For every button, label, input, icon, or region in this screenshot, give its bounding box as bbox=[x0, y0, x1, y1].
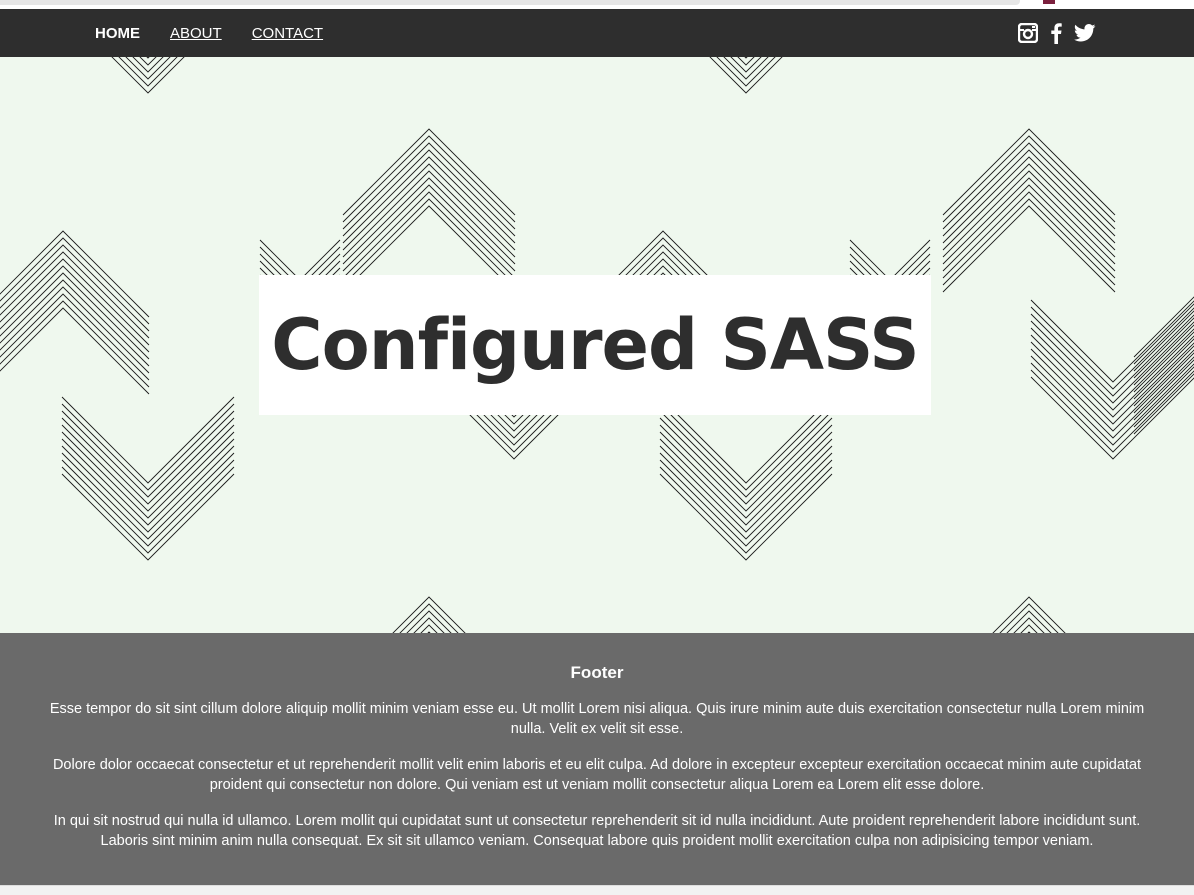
nav-link-home[interactable]: HOME bbox=[95, 25, 140, 42]
hero-section: Configured SASS bbox=[0, 57, 1194, 633]
navbar: HOME ABOUT CONTACT bbox=[0, 9, 1194, 57]
footer-paragraph: In qui sit nostrud qui nulla id ullamco.… bbox=[53, 813, 1141, 849]
nav-link-contact[interactable]: CONTACT bbox=[252, 25, 323, 42]
footer-heading: Footer bbox=[570, 663, 624, 682]
footer-paragraph: Esse tempor do sit sint cillum dolore al… bbox=[49, 701, 1145, 737]
nav-links: HOME ABOUT CONTACT bbox=[95, 9, 323, 57]
top-scroll-sliver bbox=[0, 0, 1020, 5]
social-links bbox=[1018, 9, 1096, 57]
hero-title-box: Configured SASS bbox=[259, 275, 931, 415]
hero-title: Configured SASS bbox=[271, 304, 919, 386]
twitter-icon[interactable] bbox=[1074, 24, 1096, 42]
footer: Footer Esse tempor do sit sint cillum do… bbox=[0, 633, 1194, 885]
footer-paragraph: Dolore dolor occaecat consectetur et ut … bbox=[52, 757, 1142, 793]
instagram-icon[interactable] bbox=[1018, 23, 1038, 43]
top-edge-mark bbox=[1043, 0, 1055, 4]
facebook-icon[interactable] bbox=[1050, 22, 1062, 44]
browser-top-strip bbox=[0, 0, 1194, 9]
nav-link-about[interactable]: ABOUT bbox=[170, 25, 222, 42]
